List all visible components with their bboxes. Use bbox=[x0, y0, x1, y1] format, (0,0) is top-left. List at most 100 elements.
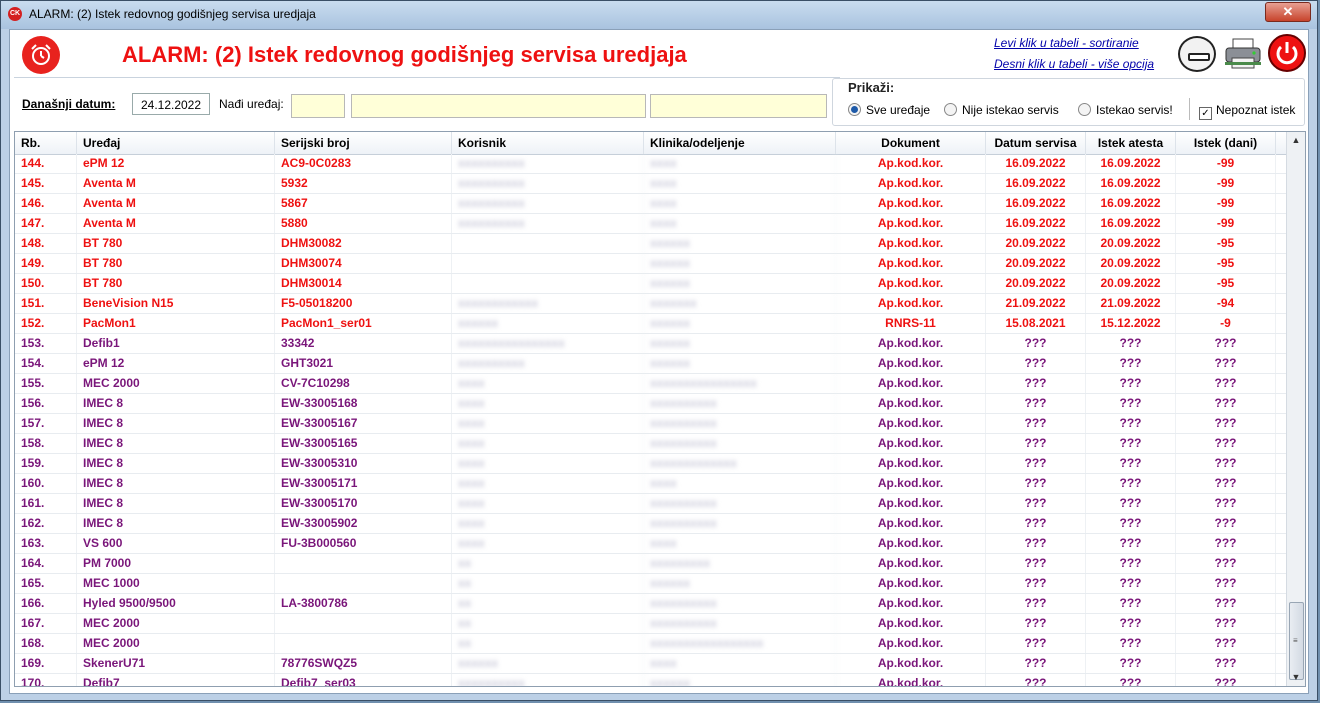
cell-document: Ap.kod.kor. bbox=[836, 474, 986, 493]
table-row[interactable]: 157. IMEC 8 EW-33005167 xxxx xxxxxxxxxx Ap.ko… bbox=[15, 414, 1287, 434]
cell-service-date: 20.09.2022 bbox=[986, 274, 1086, 293]
column-header-days-left[interactable]: Istek (dani) bbox=[1176, 132, 1276, 154]
cell-expiry-date: 15.12.2022 bbox=[1086, 314, 1176, 333]
table-row[interactable]: 145. Aventa M 5932 xxxxxxxxxx xxxx Ap.kod.kor… bbox=[15, 174, 1287, 194]
cell-expiry-date: ??? bbox=[1086, 634, 1176, 653]
table-row[interactable]: 168. MEC 2000 xx xxxxxxxxxxxxxxxxx Ap.kod.ko… bbox=[15, 634, 1287, 654]
table-row[interactable]: 153. Defib1 33342 xxxxxxxxxxxxxxxx xxxxxx Ap.… bbox=[15, 334, 1287, 354]
table-row[interactable]: 159. IMEC 8 EW-33005310 xxxx xxxxxxxxxxxxx Ap… bbox=[15, 454, 1287, 474]
cell-serial: DHM30074 bbox=[275, 254, 452, 273]
cell-document: Ap.kod.kor. bbox=[836, 394, 986, 413]
find-field-2[interactable] bbox=[351, 94, 646, 118]
cell-device: Defib1 bbox=[77, 334, 275, 353]
table-row[interactable]: 151. BeneVision N15 F5-05018200 xxxxxxxxxxx… bbox=[15, 294, 1287, 314]
column-header-document[interactable]: Dokument bbox=[836, 132, 986, 154]
table-row[interactable]: 155. MEC 2000 CV-7C10298 xxxx xxxxxxxxxxxxxx… bbox=[15, 374, 1287, 394]
cell-service-date: ??? bbox=[986, 454, 1086, 473]
cell-service-date: ??? bbox=[986, 594, 1086, 613]
scroll-down-arrow-icon[interactable]: ▼ bbox=[1287, 669, 1305, 686]
cell-service-date: 15.08.2021 bbox=[986, 314, 1086, 333]
device-table[interactable]: Rb. Uređaj Serijski broj Korisnik Klinika/od… bbox=[14, 131, 1306, 687]
table-row[interactable]: 149. BT 780 DHM30074 xxxxxx Ap.kod.kor. 20.09… bbox=[15, 254, 1287, 274]
table-row[interactable]: 150. BT 780 DHM30014 xxxxxx Ap.kod.kor. 20.09… bbox=[15, 274, 1287, 294]
cell-rb: 158. bbox=[15, 434, 77, 453]
cell-document: Ap.kod.kor. bbox=[836, 674, 986, 686]
cell-serial: CV-7C10298 bbox=[275, 374, 452, 393]
cell-service-date: ??? bbox=[986, 654, 1086, 673]
cell-document: Ap.kod.kor. bbox=[836, 654, 986, 673]
cell-expiry-date: ??? bbox=[1086, 594, 1176, 613]
cell-days-left: ??? bbox=[1176, 494, 1276, 513]
table-row[interactable]: 167. MEC 2000 xx xxxxxxxxxx Ap.kod.kor.?????… bbox=[15, 614, 1287, 634]
table-row[interactable]: 160. IMEC 8 EW-33005171 xxxx xxxx Ap.kod.kor.… bbox=[15, 474, 1287, 494]
column-header-device[interactable]: Uređaj bbox=[77, 132, 275, 154]
cell-user: xxxx bbox=[452, 394, 644, 413]
table-row[interactable]: 154. ePM 12 GHT3021 xxxxxxxxxx xxxxxx Ap.kod.… bbox=[15, 354, 1287, 374]
cell-document: Ap.kod.kor. bbox=[836, 534, 986, 553]
table-row[interactable]: 162. IMEC 8 EW-33005902 xxxx xxxxxxxxxx Ap.ko… bbox=[15, 514, 1287, 534]
cell-expiry-date: 20.09.2022 bbox=[1086, 274, 1176, 293]
cell-device: IMEC 8 bbox=[77, 454, 275, 473]
cell-serial: GHT3021 bbox=[275, 354, 452, 373]
close-button[interactable]: ✕ bbox=[1265, 2, 1311, 22]
cell-clinic: xxxxxx bbox=[644, 334, 836, 353]
column-header-user[interactable]: Korisnik bbox=[452, 132, 644, 154]
cell-document: Ap.kod.kor. bbox=[836, 614, 986, 633]
power-icon[interactable] bbox=[1268, 34, 1306, 72]
cell-document: Ap.kod.kor. bbox=[836, 514, 986, 533]
cell-serial: AC9-0C0283 bbox=[275, 154, 452, 173]
table-row[interactable]: 164. PM 7000 xx xxxxxxxxx Ap.kod.kor.???????… bbox=[15, 554, 1287, 574]
minimize-button[interactable] bbox=[1178, 36, 1216, 72]
cell-device: MEC 2000 bbox=[77, 614, 275, 633]
cell-expiry-date: ??? bbox=[1086, 454, 1176, 473]
table-row[interactable]: 169. SkenerU71 78776SWQZ5 xxxxxx xxxx Ap.kod.… bbox=[15, 654, 1287, 674]
cell-expiry-date: ??? bbox=[1086, 394, 1176, 413]
column-header-rb[interactable]: Rb. bbox=[15, 132, 77, 154]
cell-service-date: 16.09.2022 bbox=[986, 154, 1086, 173]
table-row[interactable]: 146. Aventa M 5867 xxxxxxxxxx xxxx Ap.kod.kor… bbox=[15, 194, 1287, 214]
find-field-1[interactable] bbox=[291, 94, 345, 118]
table-row[interactable]: 148. BT 780 DHM30082 xxxxxx Ap.kod.kor. 20.09… bbox=[15, 234, 1287, 254]
table-row[interactable]: 161. IMEC 8 EW-33005170 xxxx xxxxxxxxxx Ap.ko… bbox=[15, 494, 1287, 514]
table-row[interactable]: 156. IMEC 8 EW-33005168 xxxx xxxxxxxxxx Ap.ko… bbox=[15, 394, 1287, 414]
sort-hint-link[interactable]: Levi klik u tabeli - sortiranie bbox=[994, 36, 1139, 50]
column-header-expiry-date[interactable]: Istek atesta bbox=[1086, 132, 1176, 154]
cell-expiry-date: ??? bbox=[1086, 474, 1176, 493]
cell-rb: 150. bbox=[15, 274, 77, 293]
table-row[interactable]: 152. PacMon1 PacMon1_ser01 xxxxxx xxxxxx RNRS… bbox=[15, 314, 1287, 334]
find-field-3[interactable] bbox=[650, 94, 827, 118]
unknown-expiry-checkbox[interactable]: ✓ Nepoznat istek bbox=[1199, 103, 1295, 120]
table-row[interactable]: 158. IMEC 8 EW-33005165 xxxx xxxxxxxxxx Ap.ko… bbox=[15, 434, 1287, 454]
radio-not-expired[interactable]: Nije istekao servis bbox=[944, 103, 1059, 117]
filter-separator bbox=[1189, 98, 1190, 120]
column-header-serial[interactable]: Serijski broj bbox=[275, 132, 452, 154]
cell-rb: 164. bbox=[15, 554, 77, 573]
cell-service-date: ??? bbox=[986, 474, 1086, 493]
table-row[interactable]: 163. VS 600 FU-3B000560 xxxx xxxx Ap.kod.kor.… bbox=[15, 534, 1287, 554]
cell-clinic: xxxx bbox=[644, 194, 836, 213]
vertical-scrollbar[interactable]: ▲ ≡ ▼ bbox=[1286, 132, 1305, 686]
title-bar[interactable]: CK ALARM: (2) Istek redovnog godišnjeg s… bbox=[1, 1, 1317, 29]
cell-expiry-date: 20.09.2022 bbox=[1086, 254, 1176, 273]
cell-days-left: ??? bbox=[1176, 354, 1276, 373]
cell-document: Ap.kod.kor. bbox=[836, 234, 986, 253]
printer-icon[interactable] bbox=[1223, 36, 1263, 72]
table-row[interactable]: 170. Defib7 Defib7_ser03 xxxxxxxxxx xxxxxx Ap… bbox=[15, 674, 1287, 686]
column-header-service-date[interactable]: Datum servisa bbox=[986, 132, 1086, 154]
cell-device: BT 780 bbox=[77, 274, 275, 293]
table-row[interactable]: 147. Aventa M 5880 xxxxxxxxxx xxxx Ap.kod.kor… bbox=[15, 214, 1287, 234]
cell-service-date: 20.09.2022 bbox=[986, 254, 1086, 273]
radio-expired[interactable]: Istekao servis! bbox=[1078, 103, 1173, 117]
scroll-up-arrow-icon[interactable]: ▲ bbox=[1287, 132, 1305, 149]
radio-all-devices[interactable]: Sve uređaje bbox=[848, 103, 930, 117]
cell-rb: 151. bbox=[15, 294, 77, 313]
options-hint-link[interactable]: Desni klik u tabeli - više opcija bbox=[994, 57, 1154, 71]
cell-user: xxxxxxxxxxxxxxxx bbox=[452, 334, 644, 353]
cell-expiry-date: 21.09.2022 bbox=[1086, 294, 1176, 313]
cell-service-date: 16.09.2022 bbox=[986, 194, 1086, 213]
column-header-clinic[interactable]: Klinika/odeljenje bbox=[644, 132, 836, 154]
table-row[interactable]: 165. MEC 1000 xx xxxxxx Ap.kod.kor.????????? bbox=[15, 574, 1287, 594]
cell-days-left: -95 bbox=[1176, 274, 1276, 293]
table-row[interactable]: 144. ePM 12 AC9-0C0283 xxxxxxxxxx xxxx Ap.kod… bbox=[15, 154, 1287, 174]
table-row[interactable]: 166. Hyled 9500/9500 LA-3800786 xx xxxxxxxxx… bbox=[15, 594, 1287, 614]
